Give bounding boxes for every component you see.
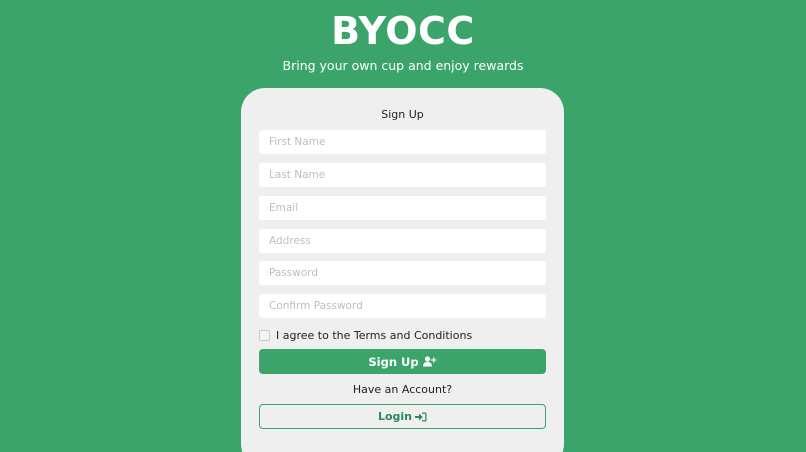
address-input[interactable] [259,229,546,253]
signup-card: Sign Up I agree to the Terms and Conditi… [241,88,564,452]
signup-button-label: Sign Up [368,354,419,369]
brand-title: BYOCC [331,9,475,53]
sign-in-icon [415,412,427,421]
form-title: Sign Up [381,108,424,121]
login-button[interactable]: Login [259,404,546,429]
confirm-password-input[interactable] [259,294,546,318]
password-input[interactable] [259,261,546,285]
user-plus-icon [422,356,436,367]
email-input[interactable] [259,196,546,220]
terms-checkbox[interactable] [259,329,270,341]
signup-button[interactable]: Sign Up [259,349,546,374]
tagline: Bring your own cup and enjoy rewards [282,58,524,73]
terms-row: I agree to the Terms and Conditions [259,327,472,343]
page: BYOCC Bring your own cup and enjoy rewar… [0,0,806,452]
terms-label[interactable]: I agree to the Terms and Conditions [276,329,472,342]
have-account-text: Have an Account? [352,383,453,396]
first-name-input[interactable] [259,130,546,154]
login-button-label: Login [377,410,413,423]
last-name-input[interactable] [259,163,546,187]
